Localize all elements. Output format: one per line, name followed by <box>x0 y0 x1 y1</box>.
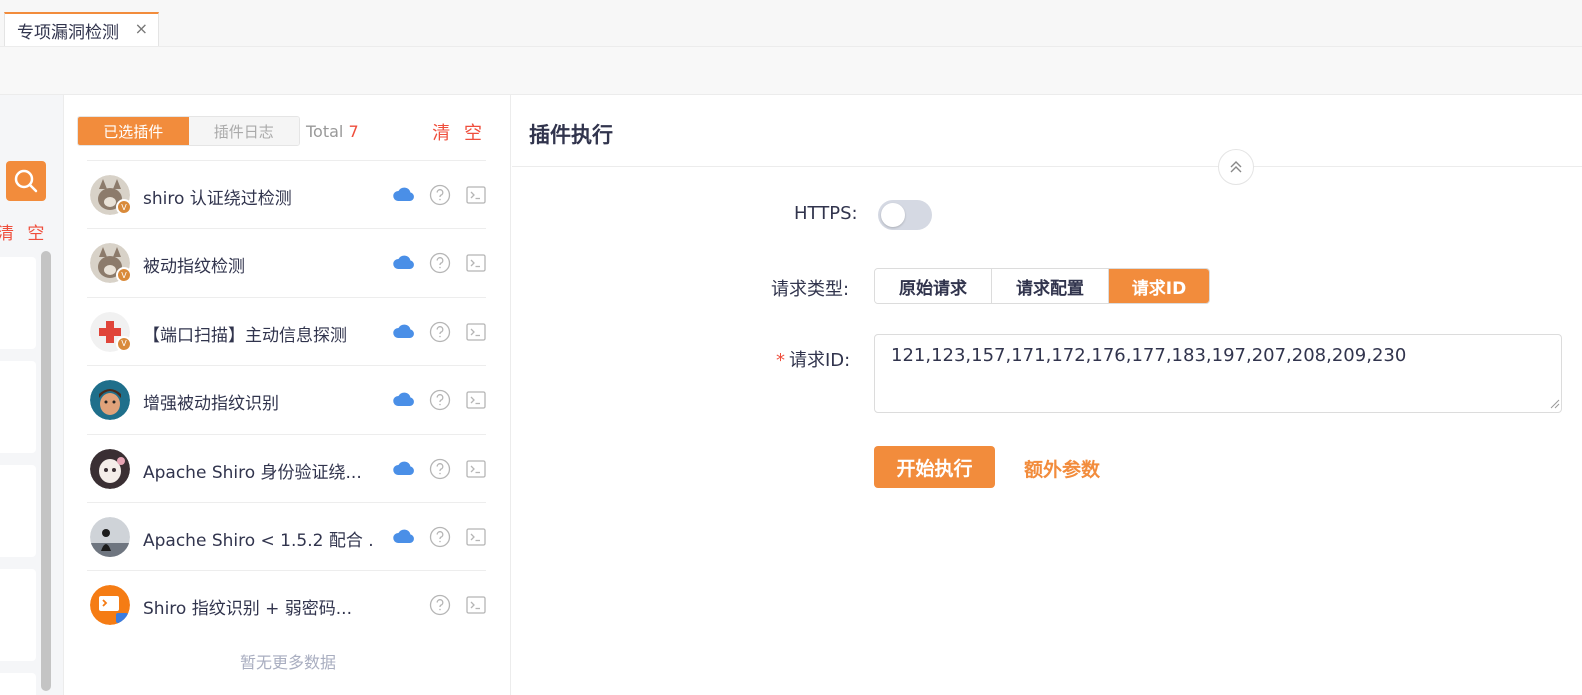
terminal-icon[interactable] <box>465 252 487 274</box>
plugin-panel: 已选插件 插件日志 Total 7 清 空 V shiro 认证绕过检测 V 被… <box>65 95 511 695</box>
tab-bar: 专项漏洞检测 × <box>0 0 1582 47</box>
plugin-name: Shiro 指纹识别 + 弱密码... <box>143 599 352 620</box>
clear-all-button[interactable]: 清 空 <box>432 119 486 145</box>
close-icon[interactable]: × <box>135 20 148 38</box>
help-icon[interactable] <box>429 458 451 480</box>
collapse-button[interactable] <box>1218 149 1254 185</box>
plugin-name: shiro 认证绕过检测 <box>143 189 292 209</box>
left-panel: 清 空 <box>0 95 64 695</box>
total-number: 7 <box>348 122 359 141</box>
https-label: HTTPS: <box>794 203 858 224</box>
tab-special-vuln-detection[interactable]: 专项漏洞检测 × <box>4 12 159 46</box>
help-icon[interactable] <box>429 594 451 616</box>
help-icon[interactable] <box>429 526 451 548</box>
left-card[interactable] <box>0 257 36 349</box>
cartoon-man-avatar-icon <box>90 380 130 421</box>
request-type-raw[interactable]: 原始请求 <box>875 269 992 303</box>
left-clear-button[interactable]: 清 空 <box>0 219 48 244</box>
left-card[interactable] <box>0 673 36 695</box>
plugin-name: 【端口扫描】主动信息探测 <box>143 325 347 346</box>
left-card[interactable] <box>0 465 36 557</box>
total-label: Total <box>306 122 344 141</box>
cloud-icon <box>393 529 414 543</box>
terminal-icon[interactable] <box>465 594 487 616</box>
terminal-icon[interactable] <box>465 389 487 411</box>
cloud-icon <box>393 187 414 201</box>
plugin-row[interactable]: Apache Shiro < 1.5.2 配合 ... <box>87 501 487 570</box>
help-icon[interactable] <box>429 252 451 274</box>
cloud-icon <box>393 256 414 270</box>
main-panel: 插件执行 HTTPS: 请求类型: 原始请求 请求配置 请求ID * 请求ID: … <box>512 95 1582 695</box>
search-button[interactable] <box>6 161 46 201</box>
double-chevron-up-icon <box>1230 161 1242 173</box>
no-more-data: 暂无更多数据 <box>239 653 336 672</box>
plugin-row[interactable]: V 被动指纹检测 <box>87 228 486 296</box>
plugin-row[interactable]: V shiro 认证绕过检测 <box>87 160 486 228</box>
verified-badge-icon: V <box>116 199 132 215</box>
terminal-icon[interactable] <box>465 184 487 206</box>
tab-plugin-log[interactable]: 插件日志 <box>188 117 299 145</box>
left-card[interactable] <box>0 569 36 661</box>
total-count: Total 7 <box>306 122 359 141</box>
request-type-id[interactable]: 请求ID <box>1109 269 1209 303</box>
cloud-icon <box>393 461 414 475</box>
plugin-list: V shiro 认证绕过检测 V 被动指纹检测 V 【端口扫描】主动信息探测 增… <box>87 160 486 639</box>
https-toggle[interactable] <box>878 200 932 230</box>
extra-params-link[interactable]: 额外参数 <box>1024 455 1100 482</box>
plugin-name: 被动指纹检测 <box>143 257 245 278</box>
plugin-name: Apache Shiro < 1.5.2 配合 ... <box>143 530 373 551</box>
toggle-knob <box>881 203 905 227</box>
toolbar <box>0 47 1582 95</box>
plugin-name: 增强被动指纹识别 <box>143 394 279 415</box>
request-type-config[interactable]: 请求配置 <box>992 269 1109 303</box>
plugin-row[interactable]: Shiro 指纹识别 + 弱密码... <box>87 570 486 638</box>
search-icon <box>14 169 38 193</box>
plugin-row[interactable]: Apache Shiro 身份验证绕... <box>87 433 487 502</box>
plugin-row[interactable]: 增强被动指纹识别 <box>87 365 486 433</box>
tab-selected-plugins[interactable]: 已选插件 <box>78 117 189 145</box>
request-id-label-text: 请求ID: <box>789 350 851 371</box>
cloud-icon <box>393 392 414 407</box>
orange-terminal-avatar-icon <box>90 585 130 626</box>
start-execution-button[interactable]: 开始执行 <box>874 446 995 488</box>
plugin-tab-switch: 已选插件 插件日志 <box>77 116 300 146</box>
left-card[interactable] <box>0 361 36 453</box>
terminal-icon[interactable] <box>465 458 487 480</box>
silhouette-avatar-icon <box>90 516 130 557</box>
verified-badge-icon: V <box>116 267 132 284</box>
help-icon[interactable] <box>429 184 451 206</box>
request-type-group: 原始请求 请求配置 请求ID <box>874 268 1210 304</box>
plugin-name: Apache Shiro 身份验证绕... <box>143 462 362 483</box>
help-icon[interactable] <box>429 321 451 343</box>
help-icon[interactable] <box>429 389 451 411</box>
resize-grip-icon[interactable] <box>1548 397 1560 409</box>
required-mark: * <box>776 350 785 371</box>
tab-label: 专项漏洞检测 <box>17 22 119 43</box>
request-id-input[interactable]: 121,123,157,171,172,176,177,183,197,207,… <box>874 334 1562 413</box>
page-title: 插件执行 <box>529 123 613 147</box>
verified-badge-icon: V <box>116 335 132 352</box>
request-id-label: * 请求ID: <box>776 346 850 372</box>
main-header: 插件执行 <box>512 95 1582 167</box>
anime-girl-avatar-icon <box>90 448 130 489</box>
terminal-icon[interactable] <box>465 526 487 548</box>
left-scrollbar[interactable] <box>41 251 51 691</box>
terminal-icon[interactable] <box>465 321 487 343</box>
plugin-row[interactable]: V 【端口扫描】主动信息探测 <box>87 296 487 365</box>
cloud-icon <box>393 324 414 338</box>
request-type-label: 请求类型: <box>771 279 850 300</box>
